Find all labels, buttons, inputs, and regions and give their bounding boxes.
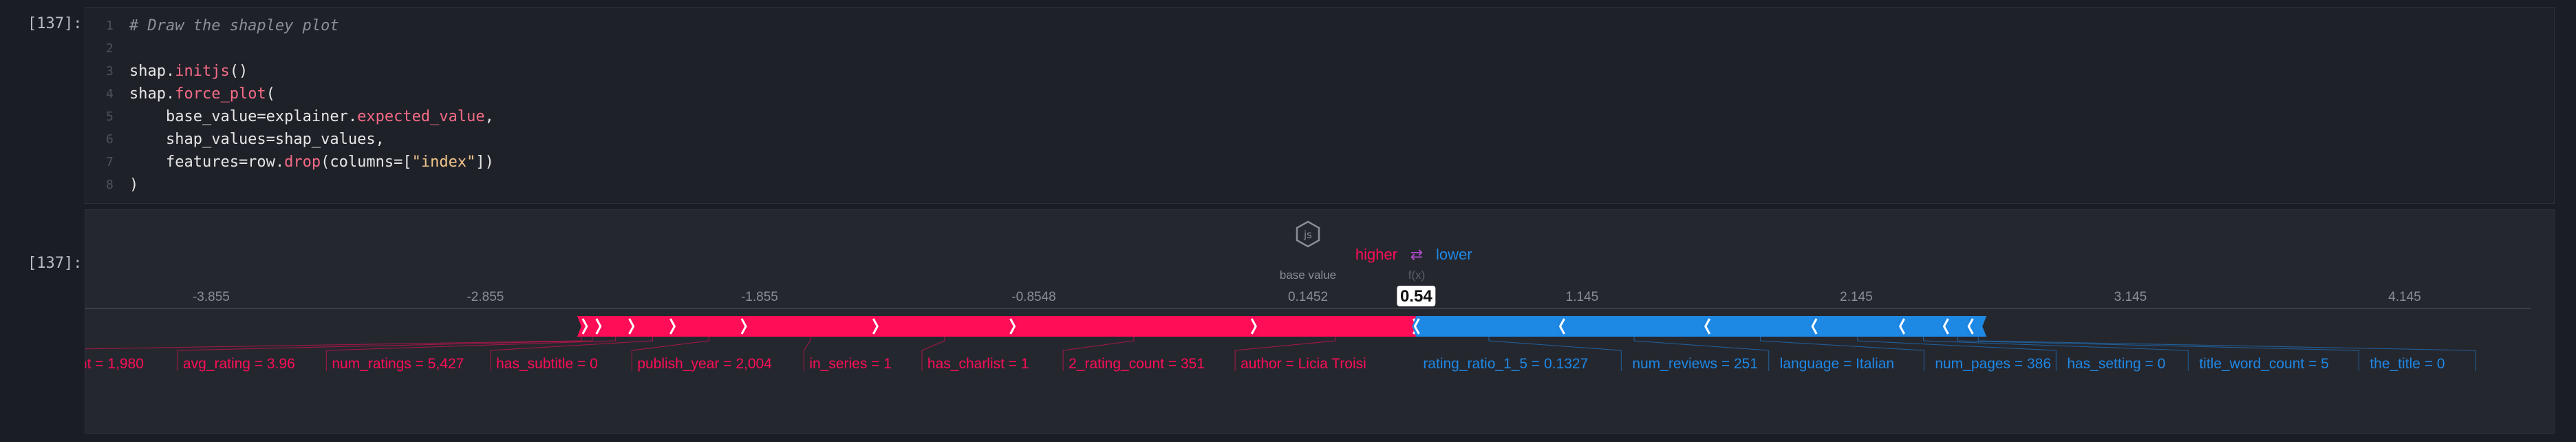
positive-bar <box>1013 316 1259 337</box>
tick-label: 0.1452 <box>1288 290 1328 304</box>
code-token: ) <box>129 176 139 193</box>
axis-ticks: -3.855 -2.855 -1.855 -0.8548 0.1452 1.145 2.14… <box>193 290 2421 304</box>
code-token: initjs <box>175 63 230 80</box>
positive-bar <box>744 316 881 337</box>
force-bars <box>577 316 1987 337</box>
feature-label: the_title = 0 <box>2370 356 2445 372</box>
base-value-label: base value <box>1280 269 1336 282</box>
legend-arrows-icon: ⇄ <box>1410 246 1423 264</box>
line-number: 2 <box>106 41 114 56</box>
negative-bar <box>1810 316 1902 337</box>
feature-label: num_reviews = 251 <box>1632 356 1758 372</box>
feature-label: has_setting = 0 <box>2067 356 2165 372</box>
tick-label: 2.145 <box>1840 290 1873 304</box>
tick-label: 3.145 <box>2114 290 2147 304</box>
code-text: shap_values=shap_values, <box>129 128 385 151</box>
positive-bar <box>876 316 1018 337</box>
feature-label: has_charlist = 1 <box>927 356 1029 372</box>
line-number: 7 <box>106 155 114 169</box>
feature-label: 2_rating_count = 351 <box>1069 356 1205 372</box>
code-token: shap_values=shap_values, <box>129 131 385 148</box>
feature-label: num_pages = 386 <box>1935 356 2051 372</box>
feature-label: has_subtitle = 0 <box>496 356 598 372</box>
tick-label: -3.855 <box>193 290 230 304</box>
feature-label: publish_year = 2,004 <box>637 356 772 372</box>
line-number: 1 <box>106 19 114 33</box>
legend: higher ⇄ lower <box>1355 246 1472 264</box>
tick-label: 4.145 <box>2388 290 2421 304</box>
code-token: base_value=explainer. <box>129 108 358 125</box>
code-text: # Draw the shapley plot <box>129 14 339 37</box>
code-token: force_plot <box>175 85 266 103</box>
code-text: features=row.drop(columns=["index"]) <box>129 151 494 173</box>
feature-label: 5_rating_count = 1,980 <box>85 356 144 372</box>
line-number: 4 <box>106 87 114 101</box>
code-text: shap.force_plot( <box>129 83 275 105</box>
code-token: ]) <box>475 154 494 171</box>
tick-label: 1.145 <box>1566 290 1599 304</box>
input-prompt: [137]: <box>28 15 83 32</box>
positive-bar <box>673 316 749 337</box>
positive-bar <box>1254 316 1421 337</box>
code-token: , <box>484 108 494 125</box>
feature-label: author = Licia Troisi <box>1241 356 1366 372</box>
code-token: "index" <box>411 154 476 171</box>
feature-label: title_word_count = 5 <box>2199 356 2329 372</box>
code-token: features=row. <box>129 154 285 171</box>
code-token: () <box>229 63 248 80</box>
tick-label: -1.855 <box>741 290 778 304</box>
code-token: expected_value <box>357 108 485 125</box>
line-number: 3 <box>106 64 114 78</box>
code-token: # Draw the shapley plot <box>129 17 339 34</box>
negative-bar <box>1557 316 1707 337</box>
feature-labels: author = Licia Troisi 2_rating_count = 35… <box>85 337 2476 372</box>
output-value: 0.54 <box>1397 286 1436 306</box>
feature-label: num_ratings = 5,427 <box>332 356 464 372</box>
legend-higher: higher <box>1355 246 1397 263</box>
js-badge-label: js <box>1303 229 1312 241</box>
line-number: 8 <box>106 178 114 192</box>
code-text: shap.initjs() <box>129 60 248 83</box>
code-token: ( <box>266 85 275 103</box>
feature-label: rating_ratio_1_5 = 0.1327 <box>1423 356 1588 372</box>
output-value-text: 0.54 <box>1400 287 1432 306</box>
negative-bar <box>1941 316 1971 337</box>
code-cell[interactable]: 1 # Draw the shapley plot 2 3 shap.initjs() 4… <box>85 7 2555 204</box>
force-plot: js higher ⇄ lower base value f(x) -3.855… <box>85 220 2531 372</box>
line-number: 6 <box>106 132 114 147</box>
output-cell: js higher ⇄ lower base value f(x) -3.855… <box>85 209 2555 434</box>
feature-label: avg_rating = 3.96 <box>183 356 295 372</box>
code-token: shap. <box>129 63 175 80</box>
line-number: 5 <box>106 109 114 124</box>
legend-lower: lower <box>1436 246 1472 263</box>
output-label: f(x) <box>1408 269 1426 282</box>
tick-label: -0.8548 <box>1011 290 1055 304</box>
feature-label: in_series = 1 <box>809 356 892 372</box>
tick-label: -2.855 <box>466 290 504 304</box>
negative-bar <box>1412 316 1562 337</box>
js-badge: js <box>1296 220 1320 248</box>
code-token: drop <box>284 154 321 171</box>
feature-label: language = Italian <box>1780 356 1894 372</box>
output-prompt: [137]: <box>28 255 83 272</box>
code-text: base_value=explainer.expected_value, <box>129 105 494 128</box>
code-token: (columns=[ <box>321 154 412 171</box>
code-token: shap. <box>129 85 175 103</box>
code-text: ) <box>129 173 138 196</box>
negative-bar <box>1702 316 1814 337</box>
